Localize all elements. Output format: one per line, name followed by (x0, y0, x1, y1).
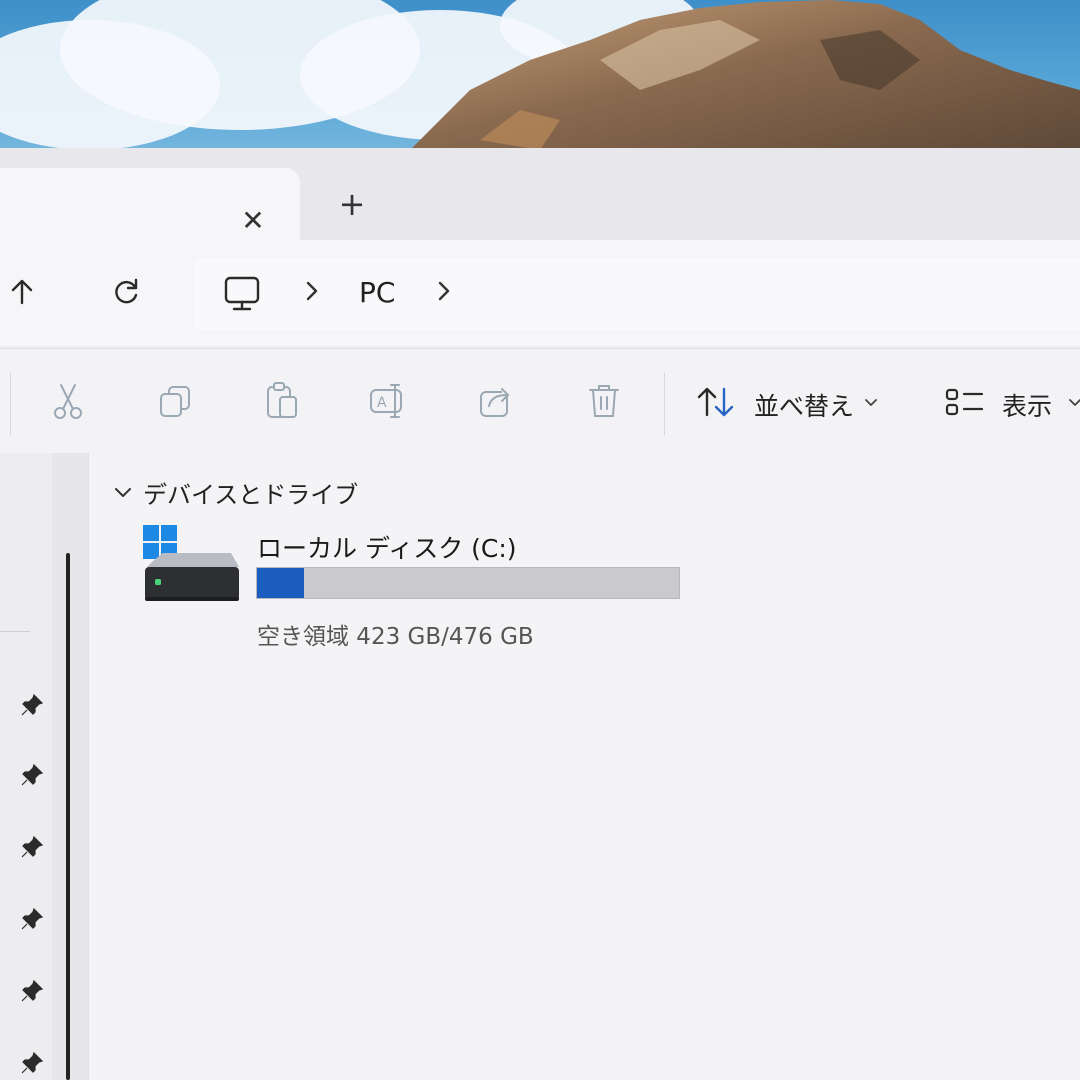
navigation-pane (0, 453, 89, 1080)
drive-name: ローカル ディスク (C:) (257, 534, 517, 563)
new-tab-button[interactable]: + (334, 186, 370, 222)
paste-button[interactable] (262, 381, 302, 421)
drive-tile-c[interactable]: ローカル ディスク (C:) 空き領域 423 GB/476 GB (141, 523, 701, 650)
quick-access-pin-6[interactable] (20, 1051, 44, 1075)
toolbar-divider (664, 373, 665, 435)
arrow-up-icon (11, 279, 33, 305)
rename-button[interactable]: A (368, 381, 408, 421)
copy-icon (160, 386, 190, 417)
pin-icon (21, 907, 44, 930)
breadcrumb-separator-end[interactable] (434, 278, 454, 311)
view-label: 表示 (1002, 392, 1053, 421)
drive-free-space: 空き領域 423 GB/476 GB (257, 624, 534, 650)
refresh-icon (115, 278, 138, 304)
sort-arrows-icon (697, 387, 734, 417)
mountain-image (400, 0, 1080, 160)
pin-icon (21, 1051, 44, 1074)
pc-monitor-icon (224, 276, 260, 311)
copy-button[interactable] (155, 381, 195, 421)
tab-pc[interactable]: ✕ (0, 168, 300, 248)
pin-icon (21, 763, 44, 786)
rename-icon: A (370, 384, 402, 418)
quick-access-pin-1[interactable] (20, 693, 44, 717)
chevron-down-icon (1069, 399, 1080, 406)
file-explorer-window: ✕ + PC A 並べ替え 表示 デバイスとドライブ ローカル ディスク (C:… (0, 148, 1080, 1080)
scissors-icon (54, 384, 82, 419)
sort-label: 並べ替え (754, 392, 855, 421)
chevron-down-icon (115, 488, 131, 497)
sidebar-scrollbar-track[interactable] (52, 453, 88, 1080)
view-list-icon (945, 388, 984, 416)
cut-button[interactable] (48, 381, 88, 421)
breadcrumb-separator (302, 278, 322, 311)
toolbar-divider (10, 373, 11, 435)
drive-c-icon (143, 525, 239, 601)
sidebar-divider (0, 631, 30, 632)
group-title: デバイスとドライブ (143, 480, 359, 509)
quick-access-pin-3[interactable] (20, 835, 44, 859)
refresh-button[interactable] (104, 270, 148, 314)
clipboard-icon (267, 382, 297, 418)
quick-access-pin-4[interactable] (20, 907, 44, 931)
chevron-right-icon (306, 281, 318, 301)
delete-button[interactable] (584, 381, 624, 421)
pin-icon (21, 693, 44, 716)
desktop-wallpaper (0, 0, 1080, 160)
sort-button[interactable]: 並べ替え (696, 375, 886, 427)
breadcrumb-item-pc[interactable]: PC (359, 276, 395, 309)
pin-icon (21, 979, 44, 1002)
devices-group-header[interactable]: デバイスとドライブ (113, 475, 358, 509)
share-icon (480, 388, 509, 417)
pin-icon (21, 835, 44, 858)
svg-text:A: A (377, 395, 387, 411)
drive-usage-bar (256, 567, 680, 599)
command-bar: A 並べ替え 表示 (0, 348, 1080, 454)
up-button[interactable] (0, 270, 44, 314)
file-list-area: デバイスとドライブ ローカル ディスク (C:) 空き領域 423 GB/476… (89, 453, 1080, 1080)
tab-close-button[interactable]: ✕ (236, 204, 270, 238)
share-button[interactable] (476, 381, 516, 421)
tab-strip: ✕ + (0, 148, 1080, 248)
chevron-down-icon (865, 399, 877, 406)
address-bar[interactable]: PC (194, 258, 1080, 330)
quick-access-pin-5[interactable] (20, 979, 44, 1003)
quick-access-pin-2[interactable] (20, 763, 44, 787)
drive-usage-fill (257, 568, 304, 598)
trash-icon (589, 385, 619, 417)
chevron-right-icon (438, 281, 450, 301)
sidebar-scrollbar-thumb[interactable] (66, 553, 70, 1080)
view-button[interactable]: 表示 (944, 375, 1080, 427)
